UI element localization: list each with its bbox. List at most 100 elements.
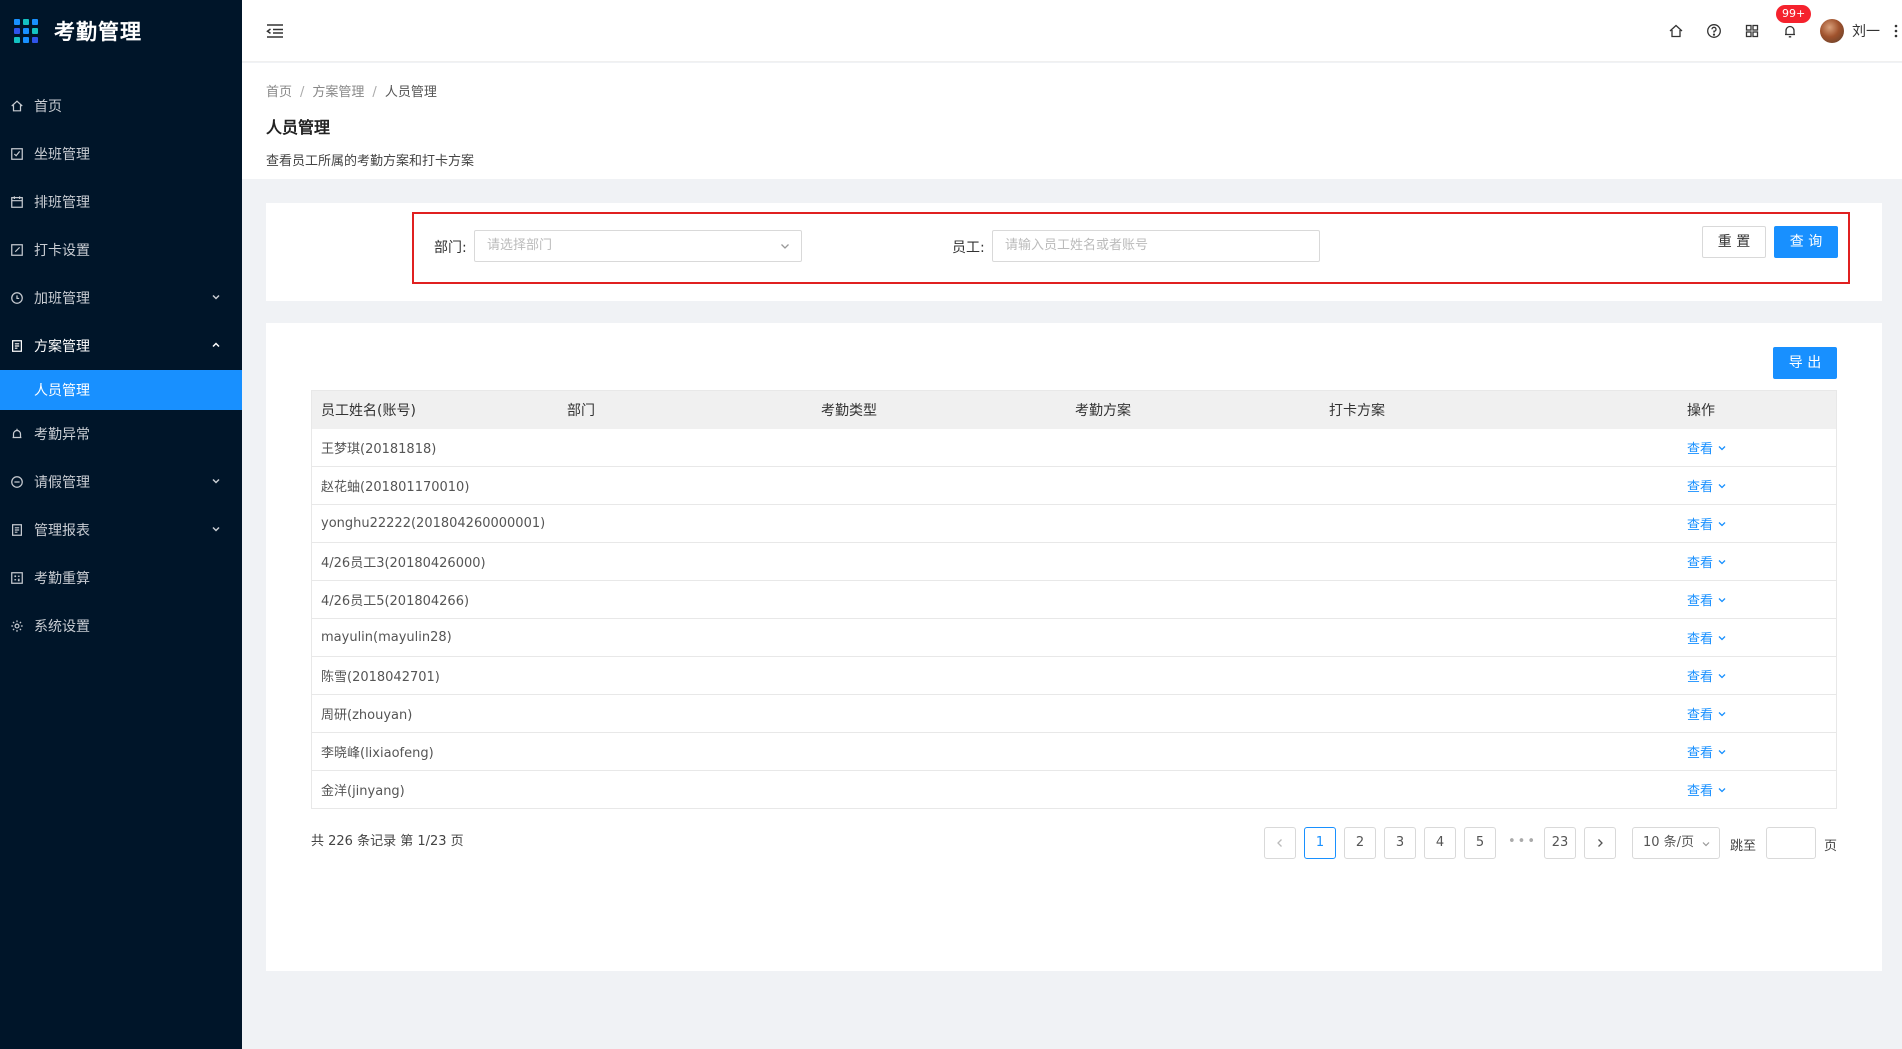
help-icon[interactable] bbox=[1706, 23, 1722, 39]
chevron-down-icon bbox=[1718, 787, 1726, 792]
sidebar-item-schedule[interactable]: 排班管理 bbox=[0, 178, 242, 226]
notification-badge: 99+ bbox=[1776, 5, 1812, 23]
employee-search-input[interactable]: 请输入员工姓名或者账号 bbox=[992, 230, 1320, 262]
cell-actions: 查看 bbox=[1687, 590, 1836, 609]
top-header: 99+ 刘一 bbox=[242, 0, 1902, 62]
chevron-right-icon bbox=[1598, 839, 1603, 847]
chevron-down-icon bbox=[1718, 749, 1726, 754]
sidebar-item-plan[interactable]: 方案管理 bbox=[0, 322, 242, 370]
pagination-page-3[interactable]: 3 bbox=[1384, 827, 1416, 859]
cell-actions: 查看 bbox=[1687, 628, 1836, 647]
sidebar-item-personnel[interactable]: 人员管理 bbox=[0, 370, 242, 410]
pagination-page-1[interactable]: 1 bbox=[1304, 827, 1336, 859]
view-dropdown-link[interactable]: 查看 bbox=[1687, 476, 1727, 495]
gear-icon bbox=[10, 619, 24, 633]
apps-icon[interactable] bbox=[1744, 23, 1760, 39]
sidebar-item-reports[interactable]: 管理报表 bbox=[0, 506, 242, 554]
pagination-page-5[interactable]: 5 bbox=[1464, 827, 1496, 859]
pagination-total: 共 226 条记录 第 1/23 页 bbox=[311, 834, 464, 849]
home-icon bbox=[10, 99, 24, 113]
column-header-name: 员工姓名(账号) bbox=[321, 403, 416, 419]
view-dropdown-link[interactable]: 查看 bbox=[1687, 514, 1727, 533]
notification-button[interactable]: 99+ bbox=[1776, 5, 1812, 39]
chevron-down-icon bbox=[1718, 521, 1726, 526]
view-link-label: 查看 bbox=[1687, 632, 1714, 647]
cell-employee-name: 金洋(jinyang) bbox=[321, 784, 405, 799]
query-button[interactable]: 查 询 bbox=[1774, 226, 1838, 258]
view-link-label: 查看 bbox=[1687, 708, 1714, 723]
sidebar-item-punch-settings[interactable]: 打卡设置 bbox=[0, 226, 242, 274]
export-button[interactable]: 导 出 bbox=[1773, 347, 1837, 379]
view-dropdown-link[interactable]: 查看 bbox=[1687, 628, 1727, 647]
pagination-ellipsis[interactable]: ••• bbox=[1508, 834, 1537, 849]
column-header-dept: 部门 bbox=[567, 403, 595, 419]
sidebar-item-recalculate[interactable]: 考勤重算 bbox=[0, 554, 242, 602]
table-row: mayulin(mayulin28) 查看 bbox=[312, 619, 1836, 657]
chevron-down-icon bbox=[212, 478, 220, 484]
sidebar-item-label: 首页 bbox=[34, 99, 62, 115]
view-link-label: 查看 bbox=[1687, 480, 1714, 495]
sidebar-item-label: 考勤重算 bbox=[34, 571, 90, 587]
jump-label: 跳至 bbox=[1730, 839, 1757, 854]
column-header-attendance-plan: 考勤方案 bbox=[1075, 403, 1131, 419]
pagination-next[interactable] bbox=[1584, 827, 1616, 859]
clock-icon bbox=[10, 291, 24, 305]
pagination-page-last[interactable]: 23 bbox=[1544, 827, 1576, 859]
calculator-icon bbox=[10, 571, 24, 585]
view-link-label: 查看 bbox=[1687, 442, 1714, 457]
table-row: yonghu22222(201804260000001) 查看 bbox=[312, 505, 1836, 543]
view-dropdown-link[interactable]: 查看 bbox=[1687, 780, 1727, 799]
pagination-prev[interactable] bbox=[1264, 827, 1296, 859]
breadcrumb-home[interactable]: 首页 bbox=[266, 85, 292, 100]
sidebar-submenu-plan: 人员管理 bbox=[0, 370, 242, 410]
sidebar-item-label: 系统设置 bbox=[34, 619, 90, 635]
page-size-value: 10 条/页 bbox=[1643, 835, 1695, 850]
chevron-down-icon bbox=[1718, 559, 1726, 564]
sidebar-item-label: 坐班管理 bbox=[34, 147, 90, 163]
dept-select[interactable]: 请选择部门 bbox=[474, 230, 802, 262]
view-link-label: 查看 bbox=[1687, 518, 1714, 533]
cell-employee-name: yonghu22222(201804260000001) bbox=[321, 516, 546, 531]
reset-button[interactable]: 重 置 bbox=[1702, 226, 1766, 258]
page-title: 人员管理 bbox=[266, 118, 331, 137]
view-dropdown-link[interactable]: 查看 bbox=[1687, 590, 1727, 609]
sidebar-item-exceptions[interactable]: 考勤异常 bbox=[0, 410, 242, 458]
view-link-label: 查看 bbox=[1687, 594, 1714, 609]
username[interactable]: 刘一 bbox=[1852, 21, 1880, 41]
sidebar-item-overtime[interactable]: 加班管理 bbox=[0, 274, 242, 322]
dept-select-placeholder: 请选择部门 bbox=[487, 238, 553, 253]
pagination-page-2[interactable]: 2 bbox=[1344, 827, 1376, 859]
breadcrumb-plan[interactable]: 方案管理 bbox=[312, 85, 364, 100]
home-icon[interactable] bbox=[1668, 23, 1684, 39]
page-size-select[interactable]: 10 条/页 bbox=[1632, 827, 1720, 859]
view-dropdown-link[interactable]: 查看 bbox=[1687, 742, 1727, 761]
chevron-down-icon bbox=[212, 294, 220, 300]
sidebar-item-label: 打卡设置 bbox=[34, 243, 90, 259]
sidebar-item-shift[interactable]: 坐班管理 bbox=[0, 130, 242, 178]
sidebar-item-label: 管理报表 bbox=[34, 523, 90, 539]
cell-employee-name: mayulin(mayulin28) bbox=[321, 630, 452, 645]
jump-page-input[interactable] bbox=[1766, 827, 1816, 859]
menu-fold-icon[interactable] bbox=[266, 22, 284, 40]
avatar[interactable] bbox=[1820, 19, 1844, 43]
view-dropdown-link[interactable]: 查看 bbox=[1687, 438, 1727, 457]
view-link-label: 查看 bbox=[1687, 556, 1714, 571]
more-vertical-icon[interactable] bbox=[1894, 23, 1898, 39]
view-dropdown-link[interactable]: 查看 bbox=[1687, 666, 1727, 685]
sidebar-item-system-settings[interactable]: 系统设置 bbox=[0, 602, 242, 650]
sidebar-item-home[interactable]: 首页 bbox=[0, 82, 242, 130]
cell-actions: 查看 bbox=[1687, 476, 1836, 495]
chevron-down-icon bbox=[1702, 842, 1710, 847]
chevron-left-icon bbox=[1277, 839, 1282, 847]
logo[interactable]: 考勤管理 bbox=[0, 0, 242, 62]
view-dropdown-link[interactable]: 查看 bbox=[1687, 552, 1727, 571]
dept-label: 部门: bbox=[434, 240, 467, 256]
breadcrumb: 首页 / 方案管理 / 人员管理 bbox=[266, 81, 1902, 100]
sidebar-item-leave[interactable]: 请假管理 bbox=[0, 458, 242, 506]
chevron-down-icon bbox=[212, 526, 220, 532]
view-dropdown-link[interactable]: 查看 bbox=[1687, 704, 1727, 723]
chevron-down-icon bbox=[781, 244, 789, 249]
header-actions: 99+ 刘一 bbox=[1668, 0, 1902, 62]
pagination-page-4[interactable]: 4 bbox=[1424, 827, 1456, 859]
edit-icon bbox=[10, 243, 24, 257]
